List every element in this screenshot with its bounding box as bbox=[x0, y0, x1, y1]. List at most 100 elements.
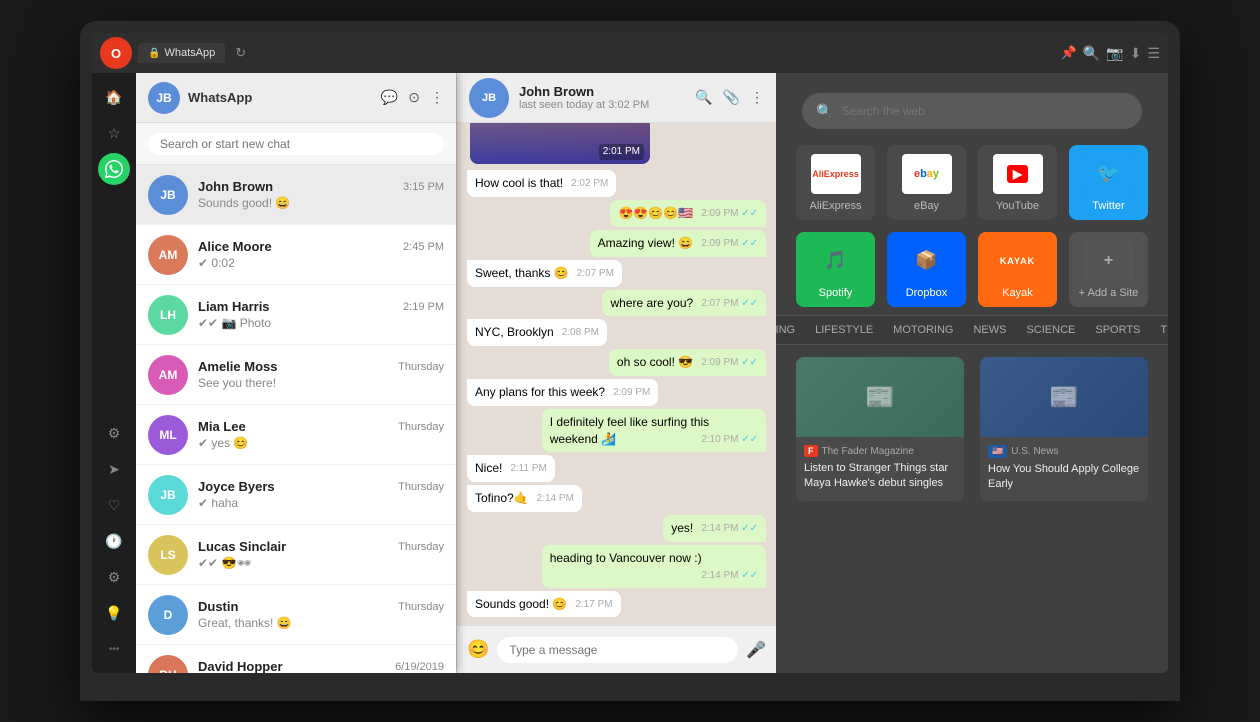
chat-message: oh so cool! 😎2:09 PM ✓✓ bbox=[609, 349, 766, 376]
speed-dial-youtube[interactable]: ▶ YouTube bbox=[978, 145, 1057, 220]
news-category[interactable]: MOTORING bbox=[889, 322, 957, 338]
speed-dial-spotify[interactable]: 🎵 Spotify bbox=[796, 232, 875, 307]
speed-dial-add[interactable]: + + Add a Site bbox=[1069, 232, 1148, 307]
chat-menu-icon[interactable]: ⋮ bbox=[750, 89, 764, 106]
chat-search-icon[interactable]: 🔍 bbox=[695, 89, 712, 106]
emoji-icon[interactable]: 😊 bbox=[467, 639, 489, 660]
chat-list-item[interactable]: LS Lucas Sinclair Thursday ✔✔ 😎🕶 bbox=[136, 525, 456, 585]
sidebar-item-bulb[interactable]: 💡 bbox=[98, 597, 130, 629]
wa-status-icon[interactable]: ⊙ bbox=[408, 89, 420, 106]
news-category[interactable]: SPORTS bbox=[1091, 322, 1144, 338]
news-category[interactable]: SCIENCE bbox=[1022, 322, 1079, 338]
lock-icon: 🔒 bbox=[148, 48, 160, 59]
chat-name: Alice Moore bbox=[198, 239, 272, 254]
message-time: 2:10 PM ✓✓ bbox=[701, 433, 758, 447]
news-cards: 📰 F The Fader Magazine Listen to Strange… bbox=[776, 345, 1168, 513]
chat-name: Liam Harris bbox=[198, 299, 270, 314]
chat-list-item[interactable]: DH David Hopper 6/19/2019 📞 Missed voice… bbox=[136, 645, 456, 673]
chat-preview: ✔ yes 😊 bbox=[198, 436, 444, 450]
message-time: 2:07 PM ✓✓ bbox=[701, 297, 758, 311]
speed-dial-aliexpress[interactable]: AliExpress AliExpress bbox=[796, 145, 875, 220]
main-content: 🔍 AliExpress AliExpress bbox=[776, 73, 1168, 673]
wa-header: JB WhatsApp 💬 ⊙ ⋮ bbox=[136, 73, 456, 123]
news-category[interactable]: TECHNOLOGY bbox=[1156, 322, 1168, 338]
chat-list-item[interactable]: D Dustin Thursday Great, thanks! 😄 bbox=[136, 585, 456, 645]
sidebar-item-home[interactable]: 🏠 bbox=[98, 81, 130, 113]
chat-list-item[interactable]: ML Mia Lee Thursday ✔ yes 😊 bbox=[136, 405, 456, 465]
chat-info: Dustin Thursday Great, thanks! 😄 bbox=[198, 599, 444, 630]
chat-window: JB John Brown last seen today at 3:02 PM… bbox=[456, 73, 776, 673]
chat-attach-icon[interactable]: 📎 bbox=[723, 89, 740, 106]
chat-message: 🌅 2:01 PM bbox=[467, 123, 653, 167]
sidebar-item-history[interactable]: 🕐 bbox=[98, 525, 130, 557]
chat-list-item[interactable]: JB John Brown 3:15 PM Sounds good! 😄 bbox=[136, 165, 456, 225]
message-text: Tofino?🤙 bbox=[475, 491, 529, 505]
camera-icon[interactable]: 📷 bbox=[1106, 45, 1123, 62]
chat-image: 🌅 2:01 PM bbox=[470, 123, 650, 164]
browser-content: 🏠 ☆ ⚙ ➤ ♡ 🕐 ⚙ 💡 ••• bbox=[92, 73, 1168, 673]
chat-list-item[interactable]: JB Joyce Byers Thursday ✔ haha bbox=[136, 465, 456, 525]
sidebar-item-bookmarks[interactable]: ☆ bbox=[98, 117, 130, 149]
news-card[interactable]: 📰 🇺🇸 U.S. News How You Should Apply Coll… bbox=[980, 357, 1148, 501]
chat-time: Thursday bbox=[398, 481, 444, 493]
chat-name: Joyce Byers bbox=[198, 479, 275, 494]
speed-dial-twitter[interactable]: 🐦 Twitter bbox=[1069, 145, 1148, 220]
wa-message-icon[interactable]: 💬 bbox=[381, 89, 398, 106]
chat-input[interactable] bbox=[497, 637, 738, 663]
chat-name: Amelie Moss bbox=[198, 359, 277, 374]
chat-avatar: JB bbox=[148, 475, 188, 515]
browser-toolbar: O 🔒 WhatsApp ↻ 📌 🔍 📷 ⬇ ☰ bbox=[92, 33, 1168, 73]
chat-header-info: John Brown last seen today at 3:02 PM bbox=[519, 84, 685, 111]
chat-list-item[interactable]: AM Alice Moore 2:45 PM ✔ 0:02 bbox=[136, 225, 456, 285]
message-text: Sweet, thanks 😊 bbox=[475, 266, 569, 280]
chat-message: How cool is that!2:02 PM bbox=[467, 170, 616, 197]
reload-icon[interactable]: ↻ bbox=[235, 45, 246, 61]
chat-preview: Sounds good! 😄 bbox=[198, 196, 444, 210]
wa-menu-icon[interactable]: ⋮ bbox=[430, 89, 444, 106]
message-text: Any plans for this week? bbox=[475, 385, 605, 399]
speed-dial-ebay[interactable]: ebay eBay bbox=[887, 145, 966, 220]
chat-preview: See you there! bbox=[198, 376, 444, 390]
sidebar-item-heart[interactable]: ♡ bbox=[98, 489, 130, 521]
sidebar-item-settings2[interactable]: ⚙ bbox=[98, 561, 130, 593]
chat-contact-name: John Brown bbox=[519, 84, 685, 99]
pin-icon[interactable]: 📌 bbox=[1061, 45, 1077, 61]
wa-search-input[interactable] bbox=[148, 133, 444, 155]
speed-dials-row1: AliExpress AliExpress ebay eBay bbox=[776, 145, 1168, 220]
opera-logo[interactable]: O bbox=[100, 37, 132, 69]
chat-message: Sounds good! 😊2:17 PM bbox=[467, 591, 621, 618]
chat-info: Joyce Byers Thursday ✔ haha bbox=[198, 479, 444, 510]
chat-avatar: JB bbox=[148, 175, 188, 215]
mic-icon[interactable]: 🎤 bbox=[746, 640, 766, 660]
chat-list-item[interactable]: AM Amelie Moss Thursday See you there! bbox=[136, 345, 456, 405]
tab-whatsapp[interactable]: 🔒 WhatsApp bbox=[138, 43, 225, 63]
news-category[interactable]: LIFESTYLE bbox=[811, 322, 877, 338]
chat-avatar: LS bbox=[148, 535, 188, 575]
news-card-body: 🇺🇸 U.S. News How You Should Apply Colleg… bbox=[980, 437, 1148, 501]
message-time: 2:07 PM bbox=[577, 267, 614, 281]
news-title: How You Should Apply College Early bbox=[988, 462, 1140, 493]
chat-name: Mia Lee bbox=[198, 419, 246, 434]
search-icon-top[interactable]: 🔍 bbox=[1083, 45, 1100, 62]
speed-dial-dropbox[interactable]: 📦 Dropbox bbox=[887, 232, 966, 307]
sidebar-item-whatsapp[interactable] bbox=[98, 153, 130, 185]
sidebar-item-more[interactable]: ••• bbox=[98, 633, 130, 665]
download-icon[interactable]: ⬇ bbox=[1130, 45, 1142, 62]
sidebar-item-send[interactable]: ➤ bbox=[98, 453, 130, 485]
chat-preview: ✔✔ 😎🕶 bbox=[198, 556, 444, 570]
chat-list-item[interactable]: LH Liam Harris 2:19 PM ✔✔ 📷 Photo bbox=[136, 285, 456, 345]
news-card[interactable]: 📰 F The Fader Magazine Listen to Strange… bbox=[796, 357, 964, 501]
speed-dial-kayak[interactable]: KAYAK Kayak bbox=[978, 232, 1057, 307]
sidebar-item-settings[interactable]: ⚙ bbox=[98, 417, 130, 449]
chat-message: 😍😍😊😊🇺🇸2:09 PM ✓✓ bbox=[610, 200, 766, 227]
menu-icon[interactable]: ☰ bbox=[1147, 45, 1160, 62]
news-category[interactable]: LIVING bbox=[776, 322, 799, 338]
search-input[interactable] bbox=[841, 104, 1128, 118]
chat-message: I definitely feel like surfing this week… bbox=[542, 409, 766, 453]
news-card-body: F The Fader Magazine Listen to Stranger … bbox=[796, 437, 964, 500]
chat-avatar: AM bbox=[148, 355, 188, 395]
chat-header-icons: 🔍 📎 ⋮ bbox=[695, 89, 764, 106]
new-tab-page: 🔍 AliExpress AliExpress bbox=[776, 73, 1168, 673]
news-category[interactable]: NEWS bbox=[969, 322, 1010, 338]
chat-message: heading to Vancouver now :)2:14 PM ✓✓ bbox=[542, 545, 766, 588]
